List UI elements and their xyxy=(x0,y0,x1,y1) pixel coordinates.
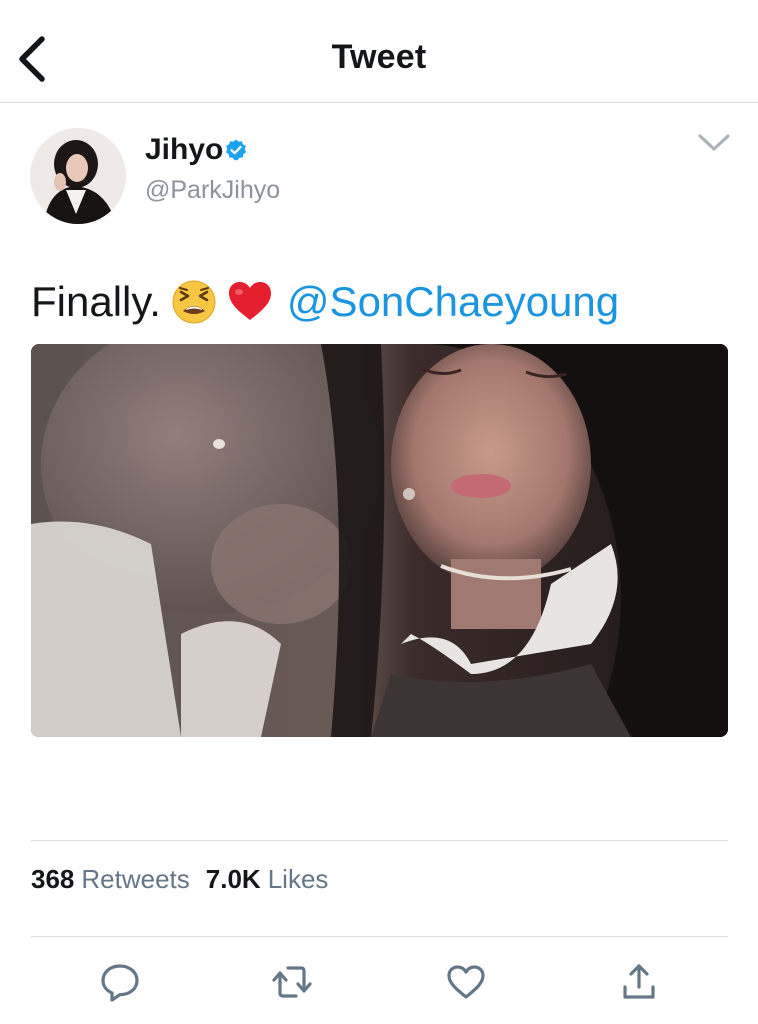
red-heart-emoji xyxy=(228,282,271,320)
retweets-label[interactable]: Retweets xyxy=(81,864,189,894)
reply-icon xyxy=(101,964,139,1002)
more-options-button[interactable] xyxy=(694,128,734,158)
photo xyxy=(31,344,728,737)
tweet-stats: 368 Retweets 7.0K Likes xyxy=(31,864,344,895)
stats-bottom-divider xyxy=(31,936,728,937)
chevron-down-icon xyxy=(698,134,730,151)
stats-top-divider xyxy=(31,840,728,841)
like-icon xyxy=(447,965,485,999)
author-handle[interactable]: @ParkJihyo xyxy=(145,176,280,205)
reply-button[interactable] xyxy=(98,960,142,1004)
share-button[interactable] xyxy=(617,960,661,1004)
tired-face-emoji xyxy=(172,280,216,324)
tweet-text: Finally. @SonChaeyoung xyxy=(31,277,619,327)
likes-count[interactable]: 7.0K xyxy=(206,864,261,894)
mention-link[interactable]: @SonChaeyoung xyxy=(287,277,619,327)
tweet-media[interactable] xyxy=(31,344,728,737)
like-button[interactable] xyxy=(444,960,488,1004)
retweets-count[interactable]: 368 xyxy=(31,864,74,894)
share-icon xyxy=(623,964,655,999)
retweet-button[interactable] xyxy=(270,960,314,1004)
top-nav-bar: Tweet xyxy=(0,0,758,103)
tweet-body-text: Finally. xyxy=(31,278,161,325)
page-title: Tweet xyxy=(331,38,427,76)
retweet-icon xyxy=(272,966,312,998)
verified-badge-icon xyxy=(224,138,248,162)
avatar[interactable] xyxy=(30,128,126,224)
author-name[interactable]: Jihyo xyxy=(145,133,223,167)
likes-label[interactable]: Likes xyxy=(268,864,329,894)
profile-photo xyxy=(30,128,126,224)
